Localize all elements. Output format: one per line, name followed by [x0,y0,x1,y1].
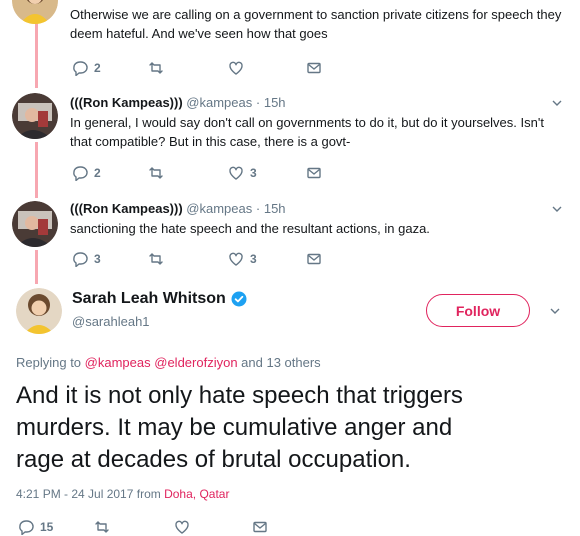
more-options-button[interactable] [550,202,564,216]
author-handle[interactable]: @sarahleah1 [72,314,150,329]
avatar[interactable] [12,201,58,247]
reply-button[interactable]: 15 [18,517,53,536]
retweet-icon [149,253,163,265]
mention-link[interactable]: @kampeas [85,355,151,370]
retweet-icon [95,521,109,533]
separator: · [255,201,261,216]
thread-line [35,250,38,284]
tweet-actions: 2 3 [70,163,370,183]
reply-count: 3 [94,252,101,266]
retweet-icon [149,167,163,179]
main-tweet-text: And it is not only hate speech that trig… [16,382,463,473]
thread-line [35,142,38,198]
message-button[interactable] [306,163,322,183]
location-link[interactable]: Doha, Qatar [164,487,229,501]
chevron-down-icon [552,100,562,106]
mention-link[interactable]: @elderofziyon [154,355,237,370]
reply-button[interactable]: 2 [72,163,101,183]
message-button[interactable] [306,58,322,78]
heart-icon [229,61,243,75]
heart-icon [229,166,243,180]
envelope-icon [253,521,267,533]
tweet-header: (((Ron Kampeas))) @kampeas · 15h [70,201,286,216]
like-button[interactable] [174,517,190,536]
from-label: from [136,487,161,501]
retweet-button[interactable] [148,163,164,183]
follow-button[interactable]: Follow [426,294,530,327]
verified-badge-icon [231,291,247,307]
author-handle[interactable]: @kampeas [186,95,252,110]
timestamp[interactable]: 4:21 PM - 24 Jul 2017 [16,487,133,501]
reply-count: 2 [94,166,101,180]
tweet-time[interactable]: 15h [264,201,286,216]
like-count: 3 [250,252,257,266]
tweet-actions: 3 3 [70,249,370,269]
retweet-button[interactable] [148,249,164,269]
reply-icon [73,61,88,76]
reply-count: 15 [40,520,54,534]
chevron-down-icon [552,206,562,212]
avatar[interactable] [16,288,62,334]
tweet-text: In general, I would say don't call on go… [70,115,544,149]
author-handle[interactable]: @kampeas [186,201,252,216]
reply-icon [73,166,88,181]
author-name[interactable]: (((Ron Kampeas))) [70,95,183,110]
reply-count: 2 [94,61,101,75]
message-button[interactable] [252,517,268,536]
envelope-icon [307,62,321,74]
chevron-down-icon [550,308,560,314]
tweet-actions: 15 [18,517,318,536]
heart-icon [229,252,243,266]
more-options-button[interactable] [548,304,562,318]
author-name-row: Sarah Leah Whitson [72,290,247,308]
replying-to: Replying to @kampeas @elderofziyon and 1… [16,355,321,370]
message-button[interactable] [306,249,322,269]
reply-button[interactable]: 3 [72,249,101,269]
like-button[interactable] [228,58,244,78]
tweet-text: Otherwise we are calling on a government… [70,7,562,41]
reply-button[interactable]: 2 [72,58,101,78]
more-options-button[interactable] [550,96,564,110]
tweet-meta: 4:21 PM - 24 Jul 2017 from Doha, Qatar [16,487,229,501]
replying-prefix: Replying to [16,355,82,370]
like-count: 3 [250,166,257,180]
envelope-icon [307,167,321,179]
reply-icon [73,252,88,267]
like-button[interactable]: 3 [228,249,257,269]
retweet-button[interactable] [148,58,164,78]
retweet-button[interactable] [94,517,110,536]
tweet-text: sanctioning the hate speech and the resu… [70,221,430,236]
avatar[interactable] [12,93,58,139]
author-name[interactable]: Sarah Leah Whitson [72,290,226,308]
author-name[interactable]: (((Ron Kampeas))) [70,201,183,216]
retweet-icon [149,62,163,74]
tweet-header: (((Ron Kampeas))) @kampeas · 15h [70,95,286,110]
tweet-actions: 2 [70,58,370,78]
like-button[interactable]: 3 [228,163,257,183]
reply-icon [19,520,34,535]
tweet-time[interactable]: 15h [264,95,286,110]
separator: · [255,95,261,110]
envelope-icon [307,253,321,265]
replying-suffix[interactable]: and 13 others [241,355,321,370]
avatar[interactable] [12,0,58,24]
heart-icon [175,520,189,534]
